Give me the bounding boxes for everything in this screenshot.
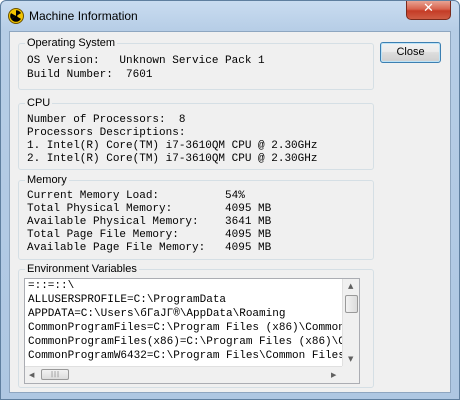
horizontal-scroll-thumb[interactable]: ||| bbox=[41, 369, 69, 380]
grip-icon: ||| bbox=[51, 371, 61, 378]
close-button[interactable]: Close bbox=[380, 42, 441, 63]
cpu-group: CPU Number of Processors: 8 Processors D… bbox=[18, 97, 374, 170]
cpu-group-title: CPU bbox=[25, 97, 53, 109]
client-area: Close Operating System OS Version: Unkno… bbox=[9, 31, 451, 393]
list-item[interactable]: =::=::\ bbox=[28, 280, 74, 293]
scroll-right-icon[interactable]: ▶ bbox=[331, 371, 336, 379]
memory-line: Total Physical Memory: 4095 MB bbox=[27, 203, 272, 215]
os-group-title: Operating System bbox=[25, 37, 118, 49]
list-item[interactable]: CommonProgramFiles=C:\Program Files (x86… bbox=[28, 322, 359, 335]
scroll-corner bbox=[342, 366, 359, 383]
memory-group-title: Memory bbox=[25, 174, 69, 186]
build-number-line: Build Number: 7601 bbox=[27, 69, 153, 81]
memory-group: Memory Current Memory Load: 54% Total Ph… bbox=[18, 174, 374, 260]
scroll-up-icon[interactable]: ▲ bbox=[348, 282, 353, 290]
vertical-scroll-thumb[interactable] bbox=[345, 295, 358, 313]
cpu-line: 1. Intel(R) Core(TM) i7-3610QM CPU @ 2.3… bbox=[27, 140, 318, 152]
close-icon[interactable]: ✕ bbox=[406, 1, 451, 20]
scroll-left-icon[interactable]: ◀ bbox=[29, 371, 34, 379]
list-item[interactable]: CommonProgramFiles(x86)=C:\Program Files… bbox=[28, 336, 359, 349]
list-item[interactable]: CommonProgramW6432=C:\Program Files\Comm… bbox=[28, 350, 345, 363]
os-version-line: OS Version: Unknown Service Pack 1 bbox=[27, 55, 265, 67]
memory-line: Total Page File Memory: 4095 MB bbox=[27, 229, 272, 241]
env-group-title: Environment Variables bbox=[25, 263, 139, 275]
cpu-line: Processors Descriptions: bbox=[27, 127, 186, 139]
os-group: Operating System OS Version: Unknown Ser… bbox=[18, 37, 374, 90]
env-listbox[interactable]: =::=::\ ALLUSERSPROFILE=C:\ProgramData A… bbox=[24, 278, 360, 384]
list-item[interactable]: ALLUSERSPROFILE=C:\ProgramData bbox=[28, 294, 226, 307]
memory-line: Available Physical Memory: 3641 MB bbox=[27, 216, 272, 228]
scroll-down-icon[interactable]: ▼ bbox=[348, 355, 353, 363]
cpu-line: 2. Intel(R) Core(TM) i7-3610QM CPU @ 2.3… bbox=[27, 153, 318, 165]
memory-line: Current Memory Load: 54% bbox=[27, 190, 245, 202]
list-item[interactable]: APPDATA=C:\Users\бГаЈГ®\AppData\Roaming bbox=[28, 308, 285, 321]
radiation-icon bbox=[8, 8, 24, 24]
machine-information-window: Machine Information ✕ Close Operating Sy… bbox=[0, 0, 460, 400]
cpu-line: Number of Processors: 8 bbox=[27, 114, 186, 126]
title-bar[interactable]: Machine Information ✕ bbox=[1, 1, 459, 31]
vertical-scrollbar[interactable]: ▲ ▼ bbox=[342, 279, 359, 367]
window-title: Machine Information bbox=[29, 9, 138, 23]
horizontal-scrollbar[interactable]: ◀ ||| ▶ bbox=[25, 366, 342, 383]
memory-line: Available Page File Memory: 4095 MB bbox=[27, 242, 272, 254]
